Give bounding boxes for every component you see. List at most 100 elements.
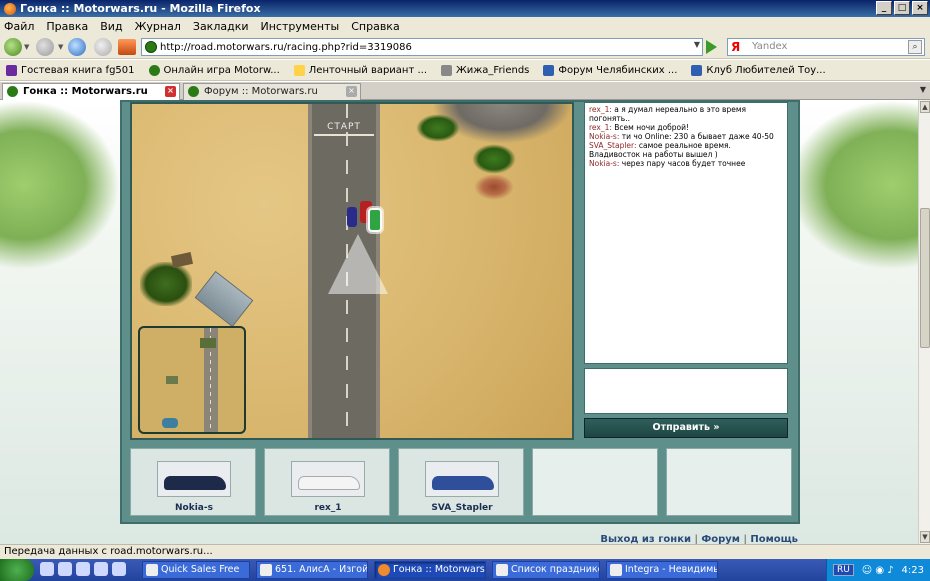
taskbar-item[interactable]: Integra - Невидимый: [606, 561, 718, 579]
quick-launch-icon[interactable]: [58, 562, 72, 576]
menu-help[interactable]: Справка: [351, 20, 399, 33]
start-line: [314, 134, 374, 136]
taskbar-item-active[interactable]: Гонка :: Motorwars.r...: [374, 561, 486, 579]
bookmark-item[interactable]: Онлайн игра Motorw...: [148, 64, 280, 76]
firefox-icon: [4, 2, 16, 15]
forward-arrow-icon[interactable]: [36, 38, 54, 56]
player-card[interactable]: rex_1: [264, 448, 390, 516]
navigation-bar: ▼ ▼ http://road.motorwars.ru/racing.php?…: [0, 35, 930, 59]
window-title: Гонка :: Motorwars.ru - Mozilla Firefox: [20, 2, 261, 15]
search-icon[interactable]: ⌕: [908, 40, 922, 54]
player-name[interactable]: rex_1: [265, 503, 391, 513]
tab-race[interactable]: Гонка :: Motorwars.ru ×: [2, 83, 180, 100]
menu-edit[interactable]: Правка: [46, 20, 88, 33]
player-card-empty: [532, 448, 658, 516]
site-favicon-icon: [145, 41, 157, 53]
decor-leaf-left: [0, 100, 120, 270]
menu-file[interactable]: Файл: [4, 20, 34, 33]
menu-view[interactable]: Вид: [100, 20, 122, 33]
chat-input[interactable]: [584, 368, 788, 414]
scroll-thumb[interactable]: [920, 208, 930, 348]
yandex-logo-icon[interactable]: Я: [731, 39, 740, 55]
url-bar[interactable]: http://road.motorwars.ru/racing.php?rid=…: [141, 38, 703, 56]
car-shape: [298, 476, 360, 490]
reload-icon[interactable]: [68, 38, 86, 56]
player-card[interactable]: SVA_Stapler: [398, 448, 524, 516]
go-arrow-icon[interactable]: [706, 40, 717, 54]
game-container: СТАРТ rex_1: а я думал нереально в это в…: [120, 100, 800, 524]
bookmark-icon: [691, 64, 703, 76]
car-shape: [432, 476, 494, 490]
bookmark-item[interactable]: Гостевая книга fg501: [6, 64, 135, 76]
forum-link[interactable]: Форум: [701, 534, 740, 544]
taskbar-item[interactable]: 651. АлисА - Изгой - ...: [256, 561, 368, 579]
home-icon[interactable]: [118, 39, 136, 55]
back-arrow-icon[interactable]: [4, 38, 22, 56]
tab-forum[interactable]: Форум :: Motorwars.ru ×: [183, 83, 361, 100]
stop-icon[interactable]: [94, 38, 112, 56]
close-tab-icon[interactable]: ×: [346, 86, 357, 97]
minimize-button[interactable]: _: [876, 1, 892, 15]
headlight-beam: [328, 234, 388, 294]
palm-decor: [416, 114, 460, 142]
app-icon: [260, 564, 272, 576]
taskbar-item[interactable]: Quick Sales Free: [142, 561, 250, 579]
player-name[interactable]: Nokia-s: [131, 503, 257, 513]
page-content: СТАРТ rex_1: а я думал нереально в это в…: [0, 100, 918, 544]
clock[interactable]: 4:23: [902, 565, 924, 576]
start-button[interactable]: [0, 559, 34, 581]
bookmarks-bar: Гостевая книга fg501 Онлайн игра Motorw.…: [0, 60, 930, 81]
url-text: http://road.motorwars.ru/racing.php?rid=…: [160, 41, 412, 53]
taskbar-item[interactable]: Список праздников: [492, 561, 600, 579]
system-tray: RU ☺ ◉ ♪ 4:23: [826, 559, 930, 581]
player-card-empty: [666, 448, 792, 516]
bookmark-item[interactable]: Форум Челябинских ...: [543, 64, 677, 76]
window-controls: _ □ ×: [876, 1, 928, 15]
car-image: [157, 461, 231, 497]
maximize-button[interactable]: □: [894, 1, 910, 15]
menu-tools[interactable]: Инструменты: [261, 20, 340, 33]
minimap-object: [166, 376, 178, 384]
quick-launch-icon[interactable]: [94, 562, 108, 576]
chat-message: rex_1: а я думал нереально в это время п…: [589, 105, 747, 123]
player-card[interactable]: Nokia-s: [130, 448, 256, 516]
tab-favicon-icon: [7, 86, 18, 97]
page-scrollbar[interactable]: ▲ ▼: [918, 100, 930, 544]
back-history-dropdown-icon[interactable]: ▼: [24, 43, 29, 51]
search-placeholder: Yandex: [752, 41, 788, 52]
forward-history-dropdown-icon[interactable]: ▼: [58, 43, 63, 51]
help-link[interactable]: Помощь: [750, 534, 798, 544]
menu-history[interactable]: Журнал: [135, 20, 181, 33]
exit-race-link[interactable]: Выход из гонки: [600, 534, 691, 544]
bookmark-item[interactable]: Жижа_Friends: [441, 64, 529, 76]
quick-launch-icon[interactable]: [40, 562, 54, 576]
firefox-icon: [378, 564, 390, 576]
chat-log[interactable]: rex_1: а я думал нереально в это время п…: [584, 102, 788, 364]
player-name[interactable]: SVA_Stapler: [399, 503, 525, 513]
send-button[interactable]: Отправить »: [584, 418, 788, 438]
car-image: [425, 461, 499, 497]
menu-bookmarks[interactable]: Закладки: [193, 20, 249, 33]
quick-launch-icon[interactable]: [112, 562, 126, 576]
app-icon: [146, 564, 158, 576]
bookmark-icon: [441, 64, 453, 76]
tab-list-dropdown-icon[interactable]: ▼: [920, 85, 926, 94]
scroll-down-icon[interactable]: ▼: [920, 531, 930, 543]
search-input[interactable]: Я Yandex ⌕: [727, 38, 925, 56]
url-dropdown-icon[interactable]: ▼: [694, 40, 700, 49]
bookmark-item[interactable]: Ленточный вариант ...: [293, 64, 427, 76]
tab-favicon-icon: [188, 86, 199, 97]
quick-launch-icon[interactable]: [76, 562, 90, 576]
close-window-button[interactable]: ×: [912, 1, 928, 15]
bookmark-icon: [293, 64, 305, 76]
race-track-view[interactable]: СТАРТ: [130, 102, 574, 440]
bookmark-icon: [6, 64, 17, 76]
scroll-up-icon[interactable]: ▲: [920, 101, 930, 113]
close-tab-icon[interactable]: ×: [165, 86, 176, 97]
bookmark-item[interactable]: Клуб Любителей Тоу...: [691, 64, 826, 76]
app-icon: [496, 564, 508, 576]
minimap-object: [162, 418, 178, 428]
decor-leaf-right: [788, 100, 918, 270]
language-indicator[interactable]: RU: [833, 564, 854, 576]
tray-icons: ☺ ◉ ♪: [861, 564, 894, 576]
